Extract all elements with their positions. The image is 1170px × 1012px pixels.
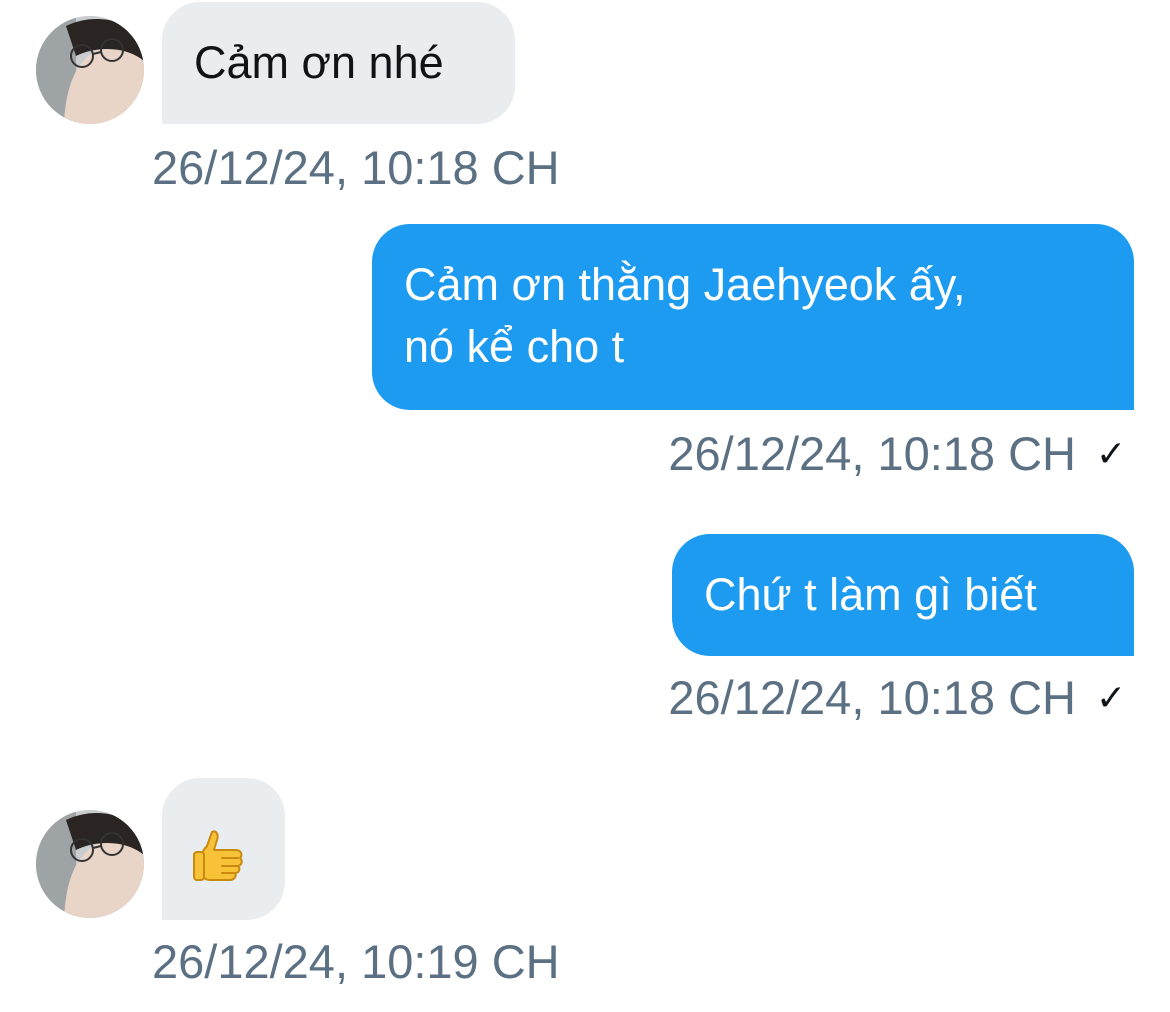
message-bubble[interactable]: Chứ t làm gì biết [672,534,1134,656]
avatar[interactable] [36,810,144,918]
thumbs-up-icon [192,828,246,882]
message-text: Cảm ơn thằng Jaehyeok ấy, nó kể cho t [404,259,966,372]
check-icon: ✓ [1096,433,1127,474]
message-timestamp: 26/12/24, 10:18 CH [668,427,1076,480]
message-bubble[interactable]: Cảm ơn nhé [162,2,515,124]
message-bubble[interactable] [162,778,285,920]
message-timestamp: 26/12/24, 10:19 CH [152,935,560,988]
message-text: Chứ t làm gì biết [704,569,1037,620]
message-timestamp: 26/12/24, 10:18 CH [668,671,1076,724]
message-bubble[interactable]: Cảm ơn thằng Jaehyeok ấy, nó kể cho t [372,224,1134,410]
message-text: Cảm ơn nhé [194,37,444,88]
check-icon: ✓ [1096,677,1127,718]
avatar[interactable] [36,16,144,124]
message-timestamp: 26/12/24, 10:18 CH [152,141,560,194]
